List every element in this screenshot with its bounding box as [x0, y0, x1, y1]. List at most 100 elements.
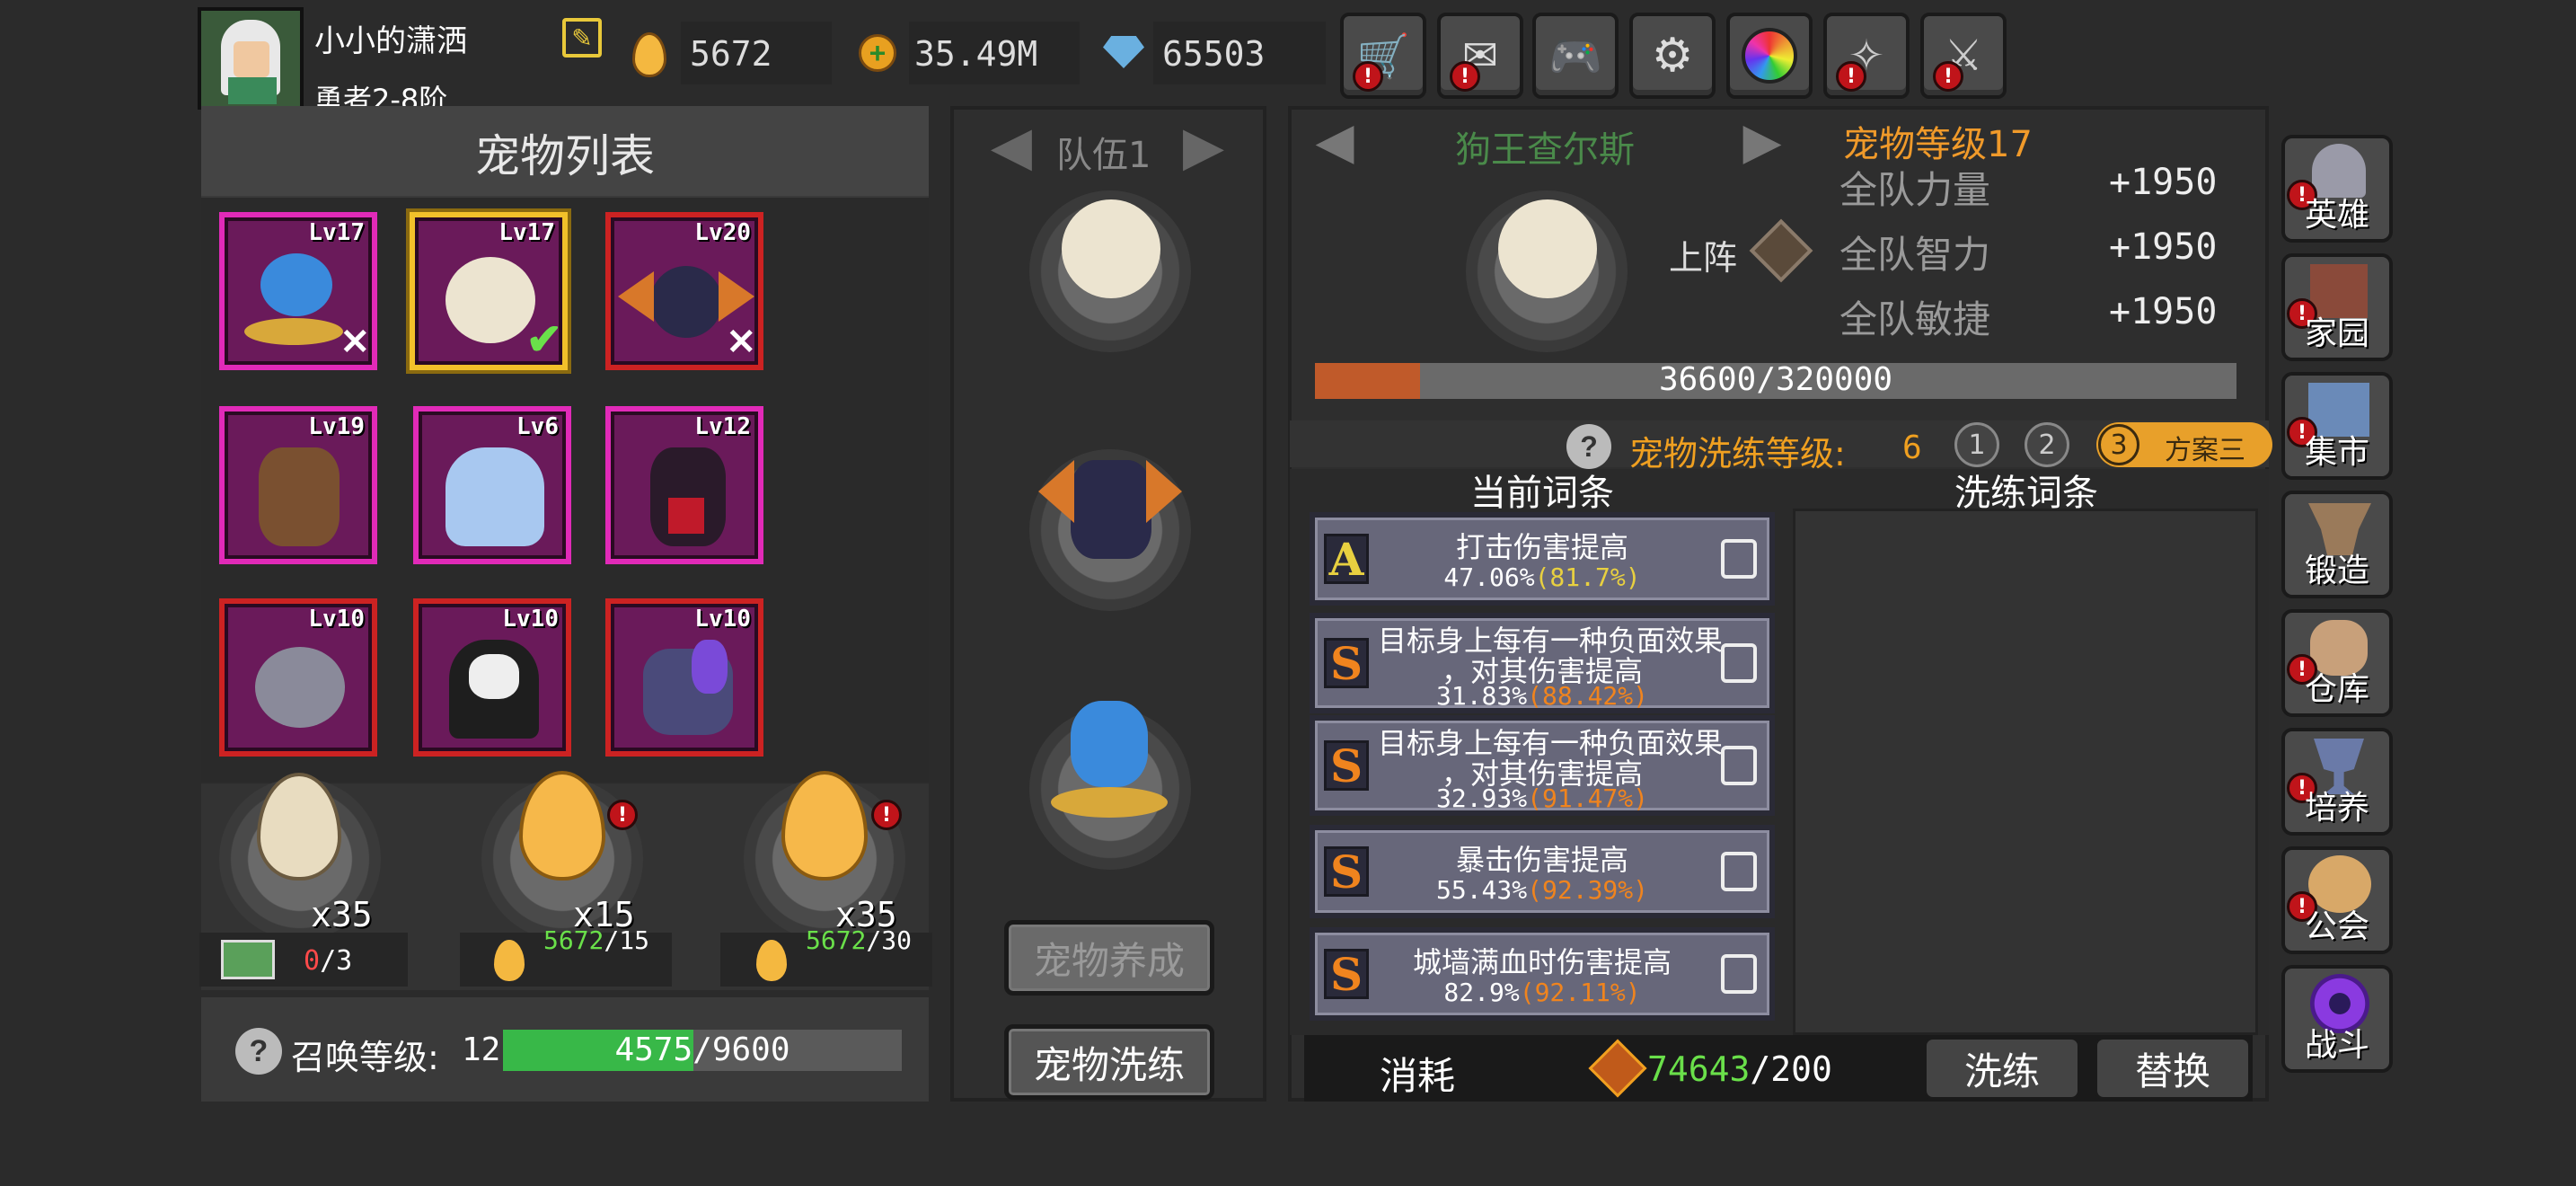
side-menu-cultivate[interactable]: ! 培养 — [2281, 728, 2393, 836]
replace-button[interactable]: 替换 — [2095, 1037, 2251, 1100]
side-menu-forge[interactable]: 锻造 — [2281, 491, 2393, 598]
gem-currency-value: 65503 — [1162, 34, 1266, 74]
summon-progress-text: 4575/9600 — [614, 1031, 790, 1068]
pet-level: Lv10 — [308, 606, 365, 633]
plan-3-button-active[interactable]: 3 方案三 — [2096, 422, 2272, 467]
affix-name: 暴击伤害提高 — [1455, 843, 1628, 877]
egg-currency-icon — [632, 32, 666, 77]
unlock-icon[interactable] — [1721, 954, 1757, 994]
mail-alert-badge: ! — [1450, 61, 1480, 92]
affix-value-current: 47.06% — [1443, 562, 1535, 592]
swords-icon[interactable]: ⚔! — [1920, 13, 2007, 99]
gold-plus-icon[interactable]: + — [859, 34, 896, 72]
pet-level: Lv6 — [516, 413, 559, 440]
refine-affix-area — [1793, 509, 2258, 1035]
side-menu-label: 锻造 — [2304, 553, 2369, 589]
affix-card[interactable]: S 暴击伤害提高 55.43%(92.39%) — [1310, 825, 1775, 918]
white-dog-pet-icon — [1498, 199, 1597, 298]
egg-currency-value: 5672 — [690, 34, 772, 74]
team-prev-arrow[interactable]: ◀ — [975, 113, 1047, 180]
pet-level: Lv12 — [694, 413, 751, 440]
pet-level: Lv10 — [694, 606, 751, 633]
color-wheel-icon[interactable] — [1726, 13, 1813, 99]
side-menu-guild[interactable]: ! 公会 — [2281, 846, 2393, 954]
pet-slot[interactable]: Lv12 — [605, 406, 763, 564]
gamepad-icon[interactable]: 🎮 — [1532, 13, 1619, 99]
mail-icon[interactable]: ✉! — [1437, 13, 1523, 99]
side-menu-storage[interactable]: ! 仓库 — [2281, 609, 2393, 717]
stat-value: +1950 — [2109, 162, 2218, 203]
summon-level: 12 — [462, 1031, 501, 1068]
side-menu-battle[interactable]: 战斗 — [2281, 965, 2393, 1073]
gem-plus-icon[interactable] — [1103, 36, 1144, 68]
side-menu-label: 公会 — [2304, 908, 2369, 945]
unlock-icon[interactable] — [1721, 643, 1757, 683]
affix-card[interactable]: S 目标身上每有一种负面效果 ，对其伤害提高 32.93%(91.47%) — [1310, 715, 1775, 816]
pet-slot[interactable]: Lv10 — [605, 598, 763, 757]
refine-cost-need: /200 — [1750, 1049, 1832, 1089]
side-menu-hero[interactable]: ! 英雄 — [2281, 135, 2393, 243]
pet-slot[interactable]: Lv6 — [413, 406, 571, 564]
pet-refine-button[interactable]: 宠物洗练 — [1004, 1024, 1214, 1100]
pet-slot[interactable]: Lv19 — [219, 406, 377, 564]
gray-bat-pet-icon — [255, 647, 345, 728]
player-name: 小小的潇洒 — [314, 23, 467, 59]
player-avatar[interactable] — [198, 7, 304, 110]
feather-alert-badge: ! — [1836, 61, 1866, 92]
plan-1-button[interactable]: 1 — [1954, 422, 1999, 467]
pet-slot[interactable]: Lv10 — [219, 598, 377, 757]
pet-slot[interactable]: Lv10 — [413, 598, 571, 757]
affix-grade-badge: S — [1324, 739, 1369, 792]
pet-level: Lv17 — [308, 219, 365, 246]
affix-value: 32.93%(91.47%) — [1378, 783, 1707, 813]
unlock-icon[interactable] — [1721, 746, 1757, 785]
egg-cost-total: /15 — [604, 925, 649, 955]
plan-2-button[interactable]: 2 — [2025, 422, 2069, 467]
refine-cost-have: 74643 — [1647, 1049, 1751, 1089]
feather-icon[interactable]: ✧! — [1823, 13, 1910, 99]
bat-pet-icon — [1071, 460, 1151, 559]
refine-cost-text: 74643/200 — [1647, 1049, 1832, 1089]
stat-value: +1950 — [2109, 226, 2218, 268]
affix-value-max: (88.42%) — [1527, 681, 1648, 711]
egg-count: x35 — [311, 895, 373, 934]
ice-ghost-pet-icon — [446, 447, 544, 546]
affix-value-max: (92.11%) — [1519, 978, 1641, 1007]
pet-next-arrow[interactable]: ▶ — [1726, 111, 1798, 171]
affix-value-max: (92.39%) — [1527, 875, 1648, 905]
side-menu-market[interactable]: ! 集市 — [2281, 372, 2393, 480]
pet-slot-selected[interactable]: Lv17 ✔ — [410, 212, 568, 370]
egg-alert-badge: ! — [607, 800, 638, 830]
refine-button[interactable]: 洗练 — [1924, 1037, 2080, 1100]
side-menu-home[interactable]: ! 家园 — [2281, 253, 2393, 361]
affix-name: 城墙满血时伤害提高 — [1412, 945, 1672, 979]
affix-card[interactable]: S 目标身上每有一种负面效果 ，对其伤害提高 31.83%(88.42%) — [1310, 613, 1775, 713]
pet-slot[interactable]: Lv17 ✕ — [219, 212, 377, 370]
affix-grade-badge: S — [1324, 948, 1369, 1001]
settings-gear-icon[interactable]: ⚙ — [1629, 13, 1716, 99]
pet-slot[interactable]: Lv20 ✕ — [605, 212, 763, 370]
team-next-arrow[interactable]: ▶ — [1168, 113, 1239, 180]
white-dog-pet-icon — [1062, 199, 1160, 298]
plan-3-number: 3 — [2098, 424, 2139, 465]
egg-cost-text: 5672/15 — [534, 925, 659, 956]
affix-card[interactable]: A 打击伤害提高 47.06%(81.7%) — [1310, 512, 1775, 606]
affix-value: 47.06%(81.7%) — [1378, 562, 1707, 592]
egg-cost-icon — [756, 940, 787, 981]
video-ad-icon — [221, 940, 275, 979]
pet-prev-arrow[interactable]: ◀ — [1299, 111, 1371, 171]
unlock-icon[interactable] — [1721, 852, 1757, 891]
gold-currency-value: 35.49M — [914, 34, 1038, 74]
shop-cart-icon[interactable]: 🛒! — [1340, 13, 1426, 99]
pet-name: 狗王查尔斯 — [1455, 129, 1635, 171]
egg-cost-text: 0/3 — [304, 945, 352, 977]
affix-card[interactable]: S 城墙满血时伤害提高 82.9%(92.11%) — [1310, 927, 1775, 1021]
pet-train-button[interactable]: 宠物养成 — [1004, 920, 1214, 996]
egg-cost-total: /3 — [320, 945, 353, 977]
white-dog-pet-icon — [446, 257, 535, 343]
edit-name-icon[interactable]: ✎ — [562, 18, 602, 58]
affix-name: 打击伤害提高 — [1455, 530, 1628, 564]
side-menu-label: 战斗 — [2304, 1027, 2369, 1064]
unlock-icon[interactable] — [1721, 539, 1757, 579]
refine-help-icon[interactable]: ? — [1566, 424, 1611, 469]
